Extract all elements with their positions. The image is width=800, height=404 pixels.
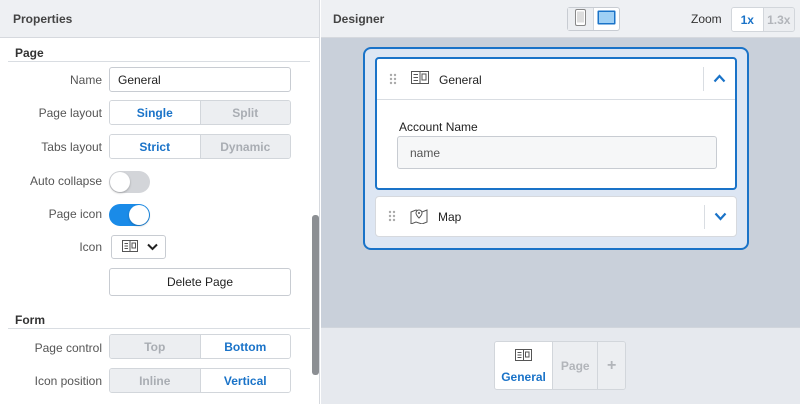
add-page-button[interactable]: + bbox=[597, 342, 625, 389]
icon-position-inline-option[interactable]: Inline bbox=[110, 369, 201, 392]
tabs-layout-dynamic-option[interactable]: Dynamic bbox=[199, 135, 290, 158]
page-tabs: General Page + bbox=[494, 341, 626, 390]
card-title: General bbox=[439, 73, 482, 87]
book-icon bbox=[515, 348, 533, 365]
page-layout-single-option[interactable]: Single bbox=[110, 101, 200, 124]
auto-collapse-toggle[interactable] bbox=[109, 171, 150, 193]
book-icon bbox=[122, 239, 138, 256]
icon-position-vertical-option[interactable]: Vertical bbox=[200, 369, 290, 392]
properties-title: Properties bbox=[13, 11, 73, 26]
book-icon bbox=[411, 70, 429, 88]
icon-position-label: Icon position bbox=[34, 374, 102, 388]
page-layout-split-option[interactable]: Split bbox=[199, 101, 290, 124]
map-icon bbox=[410, 207, 428, 227]
properties-header: Properties bbox=[0, 0, 319, 38]
page-control-bottom-option[interactable]: Bottom bbox=[200, 335, 290, 358]
zoom-label: Zoom bbox=[691, 12, 722, 26]
name-label: Name bbox=[69, 73, 102, 87]
toggle-knob bbox=[110, 172, 130, 192]
page-card-map[interactable]: Map bbox=[375, 196, 737, 237]
phone-icon bbox=[575, 9, 586, 29]
page-tab-page[interactable]: Page bbox=[552, 342, 598, 389]
page-tab-general[interactable]: General bbox=[495, 342, 553, 389]
properties-scrollbar[interactable] bbox=[312, 215, 319, 375]
tabs-layout-segmented: Strict Dynamic bbox=[109, 134, 291, 159]
account-name-label: Account Name bbox=[399, 120, 478, 134]
tablet-device-button[interactable] bbox=[594, 8, 619, 30]
drag-handle-icon[interactable] bbox=[389, 73, 397, 88]
delete-page-button[interactable]: Delete Page bbox=[109, 268, 291, 296]
expand-button[interactable] bbox=[704, 205, 736, 229]
card-header[interactable]: Map bbox=[376, 197, 736, 238]
page-layout-label: Page layout bbox=[38, 106, 102, 120]
page-tab-label: Page bbox=[560, 358, 590, 373]
page-icon-toggle[interactable] bbox=[109, 204, 150, 226]
designer-title: Designer bbox=[333, 12, 385, 26]
collapse-button[interactable] bbox=[703, 67, 735, 91]
icon-label: Icon bbox=[79, 240, 102, 254]
designer-header: Designer Zoom 1x 1.3x bbox=[321, 0, 800, 38]
page-section-title: Page bbox=[15, 46, 44, 60]
toggle-knob bbox=[129, 205, 149, 225]
account-name-placeholder: name bbox=[410, 145, 441, 160]
page-control-label: Page control bbox=[34, 341, 102, 355]
page-icon-label: Page icon bbox=[48, 207, 102, 221]
zoom-1-3x-option[interactable]: 1.3x bbox=[762, 8, 794, 31]
tablet-icon bbox=[597, 10, 616, 28]
name-input[interactable] bbox=[109, 67, 291, 92]
phone-device-button[interactable] bbox=[568, 8, 594, 30]
icon-position-segmented: Inline Vertical bbox=[109, 368, 291, 393]
card-title: Map bbox=[438, 210, 462, 224]
chevron-down-icon bbox=[714, 210, 727, 224]
chevron-down-icon bbox=[147, 240, 158, 254]
chevron-up-icon bbox=[713, 72, 726, 86]
card-header[interactable]: General bbox=[377, 59, 735, 100]
page-control-top-option[interactable]: Top bbox=[110, 335, 201, 358]
device-toggle bbox=[567, 7, 620, 31]
drag-handle-icon[interactable] bbox=[388, 210, 396, 225]
page-tab-label: General bbox=[501, 369, 546, 384]
zoom-segmented: 1x 1.3x bbox=[731, 7, 795, 32]
properties-panel: Properties Page Name Page layout Single … bbox=[0, 0, 320, 404]
form-section-title: Form bbox=[15, 313, 45, 327]
page-control-segmented: Top Bottom bbox=[109, 334, 291, 359]
plus-icon: + bbox=[607, 356, 617, 374]
section-divider bbox=[8, 328, 310, 329]
page-layout-segmented: Single Split bbox=[109, 100, 291, 125]
tabs-layout-strict-option[interactable]: Strict bbox=[110, 135, 200, 158]
page-card-general[interactable]: General Account Name name bbox=[375, 57, 737, 190]
icon-select[interactable] bbox=[111, 235, 166, 259]
designer-area: Designer Zoom 1x 1.3x General Account Na… bbox=[321, 0, 800, 404]
auto-collapse-label: Auto collapse bbox=[29, 174, 102, 188]
tabs-layout-label: Tabs layout bbox=[41, 140, 102, 154]
zoom-1x-option[interactable]: 1x bbox=[732, 8, 763, 31]
account-name-input[interactable]: name bbox=[397, 136, 717, 169]
section-divider bbox=[8, 61, 310, 62]
